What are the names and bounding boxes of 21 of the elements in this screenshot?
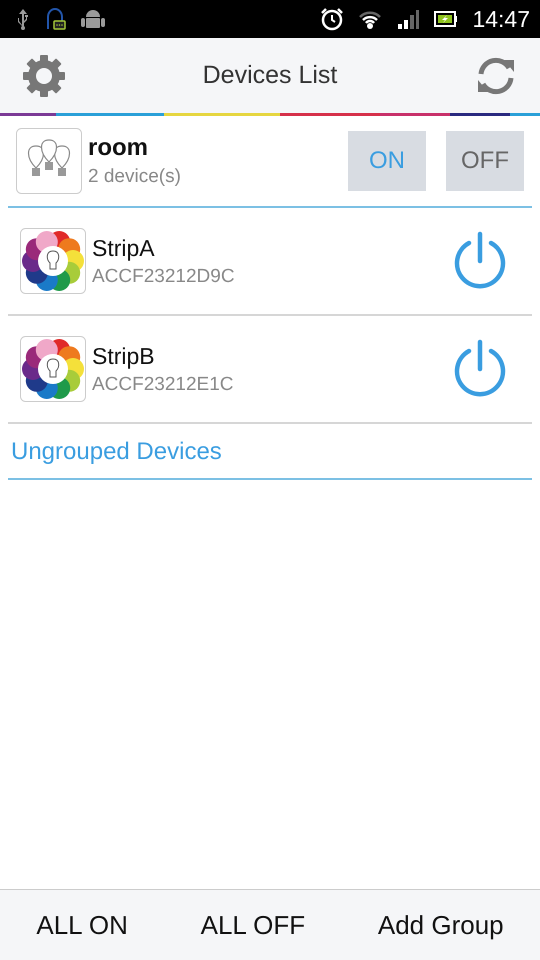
chat-notification-icon (44, 7, 66, 31)
usb-icon (16, 7, 30, 31)
screen-title: Devices List (202, 61, 338, 90)
signal-icon (396, 7, 420, 31)
clock-time: 14:47 (472, 6, 530, 32)
group-off-button[interactable]: OFF (446, 131, 524, 191)
color-wheel-icon (20, 228, 86, 294)
bulbs-icon (16, 128, 82, 194)
color-wheel-icon (20, 336, 86, 402)
android-icon (80, 7, 106, 31)
device-id: ACCF23212E1C (92, 374, 235, 396)
alarm-icon (320, 7, 344, 31)
device-id: ACCF23212D9C (92, 266, 236, 288)
group-name: room (88, 134, 149, 162)
footer-button[interactable]: ALL ON (30, 908, 134, 942)
section-header: Ungrouped Devices (10, 437, 223, 467)
device-name: StripA (92, 234, 156, 262)
device-count: 2 device(s) (88, 166, 182, 188)
device-name: StripB (92, 342, 156, 370)
footer-button[interactable]: ALL OFF (194, 908, 312, 942)
footer-button[interactable]: Add Group (372, 908, 510, 942)
